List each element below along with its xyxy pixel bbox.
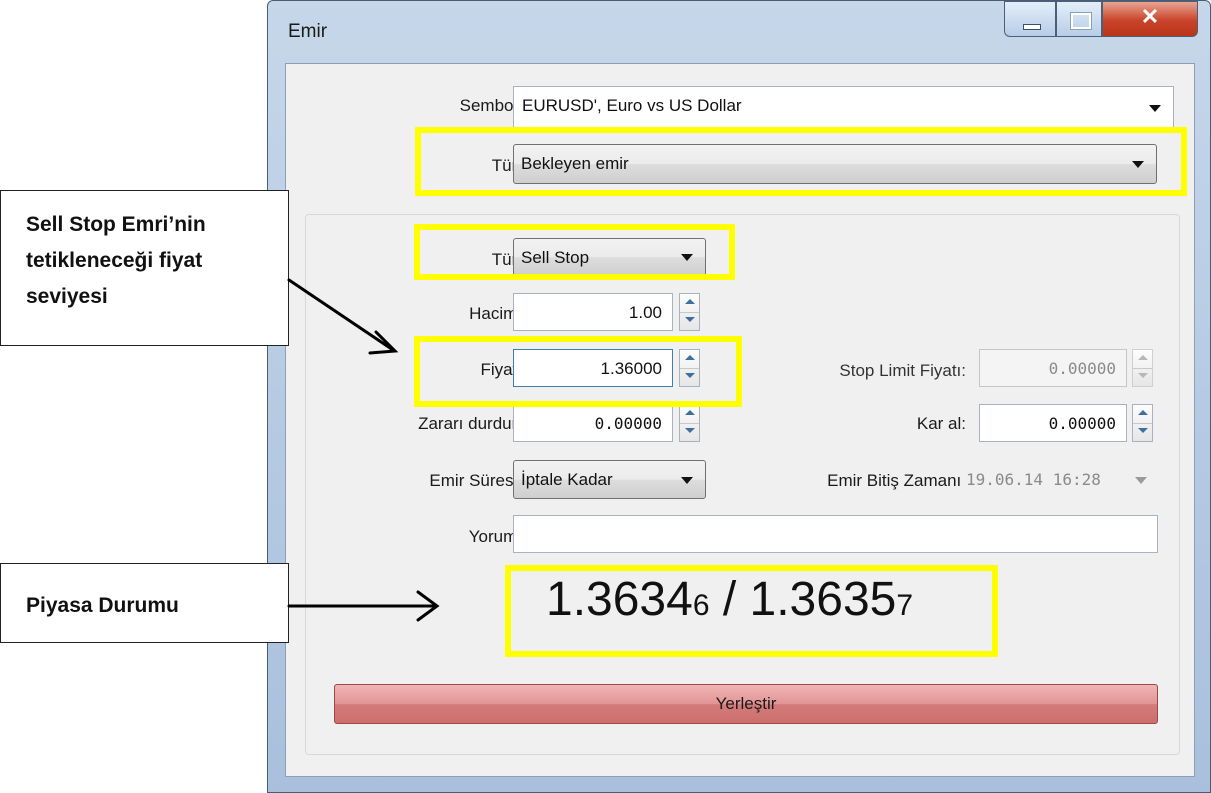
comment-input[interactable] <box>513 515 1158 553</box>
price-value: 1.36000 <box>600 359 662 378</box>
expiry-value: İptale Kadar <box>521 470 613 489</box>
minimize-icon <box>1023 24 1041 30</box>
volume-input[interactable]: 1.00 <box>513 293 673 331</box>
stop-loss-value: 0.00000 <box>594 414 662 433</box>
expiry-time-value: 19.06.14 16:28 <box>966 470 1101 489</box>
expiry-time-label: Emir Bitiş Zamanı: <box>827 471 966 490</box>
bid-price: 1.3634 <box>546 573 693 626</box>
spin-up-button[interactable] <box>680 350 699 369</box>
spin-up-button[interactable] <box>1133 350 1152 369</box>
price-separator: / <box>709 573 750 626</box>
spin-down-button[interactable] <box>1133 368 1152 386</box>
spin-up-button[interactable] <box>1133 405 1152 424</box>
maximize-button[interactable] <box>1056 1 1102 37</box>
bid-price-pip: 6 <box>692 589 710 622</box>
annotation-line-2: tetikleneceği fiyat <box>26 249 203 272</box>
arrow-down-icon <box>1138 428 1148 433</box>
stop-loss-label: Zararı durdur: <box>418 414 522 433</box>
market-price-display: 1.36346 / 1.36357 <box>546 572 946 652</box>
type-select[interactable]: Bekleyen emir <box>513 144 1157 184</box>
arrow-down-icon <box>685 317 695 322</box>
take-profit-value: 0.00000 <box>1048 414 1116 433</box>
chevron-down-icon <box>681 477 693 484</box>
symbol-select[interactable]: EURUSD', Euro vs US Dollar <box>513 86 1174 128</box>
price-input[interactable]: 1.36000 <box>513 349 673 387</box>
type-value: Bekleyen emir <box>521 154 629 173</box>
arrow-down-icon <box>685 373 695 378</box>
stop-limit-value: 0.00000 <box>1048 359 1116 378</box>
volume-spinner[interactable] <box>679 293 700 331</box>
arrow-up-icon <box>685 355 695 360</box>
expiry-select[interactable]: İptale Kadar <box>513 460 706 499</box>
chevron-down-icon <box>1149 105 1161 112</box>
spin-down-button[interactable] <box>680 368 699 386</box>
expiry-time-select[interactable]: 19.06.14 16:28 <box>961 460 1158 499</box>
order-window: Emir ✕ Sembol: EURUSD', Euro vs US Dolla… <box>267 0 1211 793</box>
arrow-up-icon <box>1138 410 1148 415</box>
stop-loss-input[interactable]: 0.00000 <box>513 404 673 442</box>
expiry-label: Emir Süresi: <box>429 471 522 490</box>
order-type-value: Sell Stop <box>521 248 590 267</box>
volume-value: 1.00 <box>628 303 662 322</box>
window-title: Emir <box>288 21 328 42</box>
place-order-button[interactable]: Yerleştir <box>334 684 1158 724</box>
take-profit-spinner[interactable] <box>1132 404 1153 442</box>
chevron-down-icon <box>1132 161 1144 168</box>
ask-price-pip: 7 <box>896 589 914 622</box>
order-type-select[interactable]: Sell Stop <box>513 238 706 276</box>
window-client-area: Sembol: EURUSD', Euro vs US Dollar Tür: … <box>285 63 1195 777</box>
spin-down-button[interactable] <box>680 312 699 330</box>
minimize-button[interactable] <box>1004 1 1056 37</box>
market-annotation-text: Piyasa Durumu <box>26 594 179 617</box>
arrow-down-icon <box>1138 373 1148 378</box>
arrow-down-icon <box>685 428 695 433</box>
stop-limit-spinner[interactable] <box>1132 349 1153 387</box>
stop-loss-spinner[interactable] <box>679 404 700 442</box>
spin-down-button[interactable] <box>1133 423 1152 441</box>
market-annotation: Piyasa Durumu <box>0 563 289 643</box>
spin-up-button[interactable] <box>680 405 699 424</box>
chevron-down-icon <box>1135 477 1147 484</box>
sell-stop-annotation: Sell Stop Emri’nin tetikleneceği fiyat s… <box>0 190 289 346</box>
maximize-icon <box>1070 12 1092 30</box>
arrow-up-icon <box>685 410 695 415</box>
take-profit-label: Kar al: <box>916 414 966 433</box>
price-spinner[interactable] <box>679 349 700 387</box>
symbol-value: EURUSD', Euro vs US Dollar <box>522 96 742 115</box>
ask-price: 1.3635 <box>749 573 897 626</box>
chevron-down-icon <box>681 254 693 261</box>
stop-limit-label: Stop Limit Fiyatı: <box>839 361 966 380</box>
arrow-up-icon <box>1138 355 1148 360</box>
close-icon: ✕ <box>1140 4 1160 29</box>
take-profit-input[interactable]: 0.00000 <box>979 404 1127 442</box>
stop-limit-input[interactable]: 0.00000 <box>979 349 1127 387</box>
annotation-line-3: seviyesi <box>26 285 108 308</box>
spin-up-button[interactable] <box>680 294 699 313</box>
spin-down-button[interactable] <box>680 423 699 441</box>
title-bar[interactable]: Emir ✕ <box>268 1 1210 63</box>
arrow-up-icon <box>685 299 695 304</box>
annotation-line-1: Sell Stop Emri’nin <box>26 213 206 236</box>
close-button[interactable]: ✕ <box>1102 1 1198 37</box>
